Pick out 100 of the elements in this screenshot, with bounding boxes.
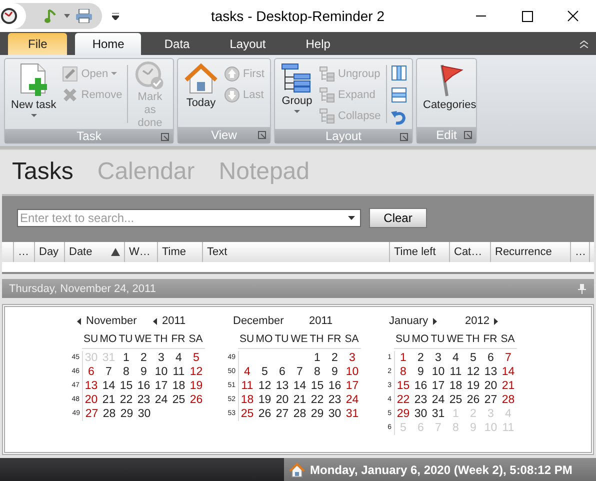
ribbon-tab[interactable]: Help [288, 33, 348, 55]
calendar-day[interactable]: 10 [430, 366, 447, 378]
ribbon-tab[interactable]: File [8, 33, 68, 55]
calendar-day[interactable]: 15 [308, 380, 326, 392]
calendar-day[interactable]: 3 [430, 352, 447, 364]
calendar-day[interactable]: 13 [274, 380, 291, 392]
calendar-day[interactable]: 6 [82, 366, 100, 378]
new-task-button[interactable]: New task [8, 61, 60, 119]
calendar-day[interactable]: 17 [152, 380, 170, 392]
calendar-day[interactable]: 5 [256, 366, 274, 378]
calendar-day[interactable]: 16 [326, 380, 344, 392]
customize-caret-icon[interactable] [112, 12, 119, 20]
calendar-day[interactable]: 26 [464, 394, 482, 406]
calendar-day[interactable]: 11 [170, 366, 188, 378]
calendar-day[interactable]: 12 [256, 380, 274, 392]
calendar-day[interactable]: 28 [500, 394, 517, 406]
previous-month-arrow-icon[interactable] [77, 318, 81, 324]
calendar-day[interactable]: 6 [274, 366, 291, 378]
calendar-day[interactable]: 29 [394, 408, 412, 420]
group-button[interactable]: Group [278, 61, 316, 115]
calendar-day[interactable]: 3 [344, 352, 361, 364]
calendar-day[interactable]: 21 [500, 380, 517, 392]
calendar-day[interactable]: 2 [412, 352, 430, 364]
calendar-day[interactable]: 4 [170, 352, 188, 364]
calendar-day[interactable]: 4 [447, 352, 464, 364]
calendar-day[interactable]: 19 [464, 380, 482, 392]
calendar-day[interactable]: 24 [430, 394, 447, 406]
undo-arrow-icon[interactable] [390, 109, 407, 125]
calendar-day[interactable]: 27 [482, 394, 500, 406]
calendar-day[interactable]: 14 [500, 366, 517, 378]
calendar-day[interactable]: 20 [274, 394, 291, 406]
calendar-day[interactable]: 16 [135, 380, 152, 392]
calendar-day[interactable]: 8 [308, 366, 326, 378]
calendar-day[interactable]: 9 [135, 366, 152, 378]
calendar-day[interactable]: 14 [291, 380, 308, 392]
dialog-launcher-icon[interactable] [400, 133, 408, 141]
printer-icon[interactable] [76, 9, 92, 23]
calendar-day[interactable]: 30 [136, 408, 153, 420]
next-year-arrow-icon[interactable] [494, 318, 498, 324]
calendar-day[interactable]: 1 [394, 352, 412, 364]
search-combo-box[interactable]: Enter text to search... [17, 209, 361, 227]
view-tab[interactable]: Tasks [12, 158, 74, 186]
caret-icon[interactable] [64, 14, 70, 18]
calendar-day[interactable]: 21 [291, 394, 308, 406]
calendar-day[interactable]: 17 [430, 380, 447, 392]
columns-icon[interactable] [390, 65, 407, 81]
calendar-day[interactable]: 28 [291, 408, 308, 420]
ribbon-tab[interactable]: Data [147, 33, 207, 55]
calendar-day[interactable]: 18 [238, 394, 256, 406]
rows-icon[interactable] [390, 87, 407, 103]
clear-button[interactable]: Clear [369, 208, 427, 228]
calendar-day[interactable]: 13 [82, 380, 100, 392]
calendar-day[interactable]: 4 [238, 366, 256, 378]
calendar-day[interactable]: 8 [118, 366, 135, 378]
calendar-day[interactable]: 25 [170, 394, 188, 406]
calendar-day[interactable]: 7 [500, 352, 517, 364]
dialog-launcher-icon[interactable] [258, 131, 266, 139]
dialog-launcher-icon[interactable] [161, 133, 169, 141]
calendar-day[interactable]: 24 [152, 394, 170, 406]
calendar-day[interactable]: 25 [238, 408, 256, 420]
calendar-day[interactable]: 25 [447, 394, 464, 406]
ribbon-tab[interactable]: Layout [212, 33, 283, 55]
calendar-day[interactable]: 6 [482, 352, 500, 364]
calendar-day[interactable]: 18 [170, 380, 188, 392]
calendar-day[interactable]: 13 [482, 366, 500, 378]
calendar-day[interactable]: 10 [344, 366, 361, 378]
calendar-day[interactable]: 8 [394, 366, 412, 378]
calendar-day[interactable]: 22 [118, 394, 135, 406]
calendar-day[interactable]: 20 [82, 394, 100, 406]
search-field[interactable]: Enter text to search... [18, 211, 348, 225]
previous-year-arrow-icon[interactable] [153, 318, 157, 324]
calendar-day[interactable]: 16 [412, 380, 430, 392]
calendar-day[interactable]: 30 [412, 408, 430, 420]
calendar-day[interactable]: 14 [100, 380, 118, 392]
calendar-day[interactable]: 20 [482, 380, 500, 392]
next-month-arrow-icon[interactable] [433, 318, 438, 324]
calendar-day[interactable]: 23 [326, 394, 344, 406]
ribbon-tab[interactable]: Home [75, 33, 142, 55]
calendar-day[interactable]: 19 [188, 380, 205, 392]
calendar-day[interactable]: 18 [447, 380, 464, 392]
collapse-ribbon-icon[interactable] [580, 40, 588, 48]
calendar-day[interactable]: 19 [256, 394, 274, 406]
calendar-day[interactable]: 2 [326, 352, 344, 364]
calendar-day[interactable]: 23 [135, 394, 152, 406]
calendar-day[interactable]: 11 [238, 380, 256, 392]
clock-icon[interactable] [0, 3, 26, 29]
calendar-day[interactable]: 30 [326, 408, 344, 420]
calendar-day[interactable]: 31 [344, 408, 361, 420]
calendar-day[interactable]: 9 [412, 366, 430, 378]
calendar-day[interactable]: 22 [394, 394, 412, 406]
calendar-day[interactable]: 28 [100, 408, 118, 420]
categories-button[interactable]: Categories [420, 61, 480, 114]
calendar-day[interactable]: 26 [256, 408, 274, 420]
calendar-day[interactable]: 5 [464, 352, 482, 364]
calendar-day[interactable]: 2 [135, 352, 152, 364]
calendar-day[interactable]: 7 [100, 366, 118, 378]
calendar-day[interactable]: 1 [118, 352, 135, 364]
calendar-day[interactable]: 5 [188, 352, 205, 364]
calendar-day[interactable]: 1 [308, 352, 326, 364]
calendar-day[interactable]: 7 [291, 366, 308, 378]
